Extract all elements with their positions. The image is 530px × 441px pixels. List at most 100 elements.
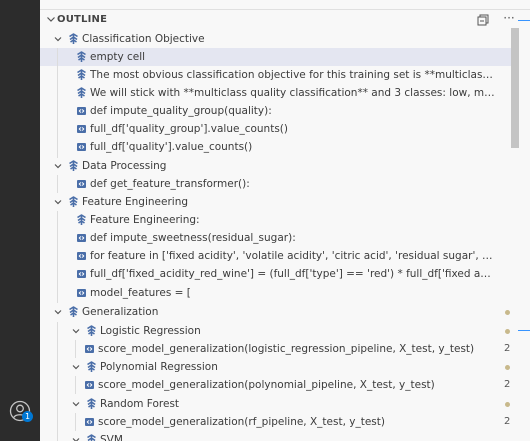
indent-guide	[57, 175, 58, 193]
chevron-down-icon[interactable]	[70, 434, 82, 441]
code-cell-icon	[76, 141, 87, 153]
outline-section[interactable]: Generalization	[40, 303, 512, 321]
status-dot	[505, 365, 510, 370]
code-cell-icon	[76, 105, 87, 117]
code-cell-icon	[76, 232, 87, 244]
code-cell-icon	[76, 250, 87, 262]
focus-indicator	[518, 330, 530, 331]
code-cell-icon	[84, 379, 95, 391]
chevron-down-icon[interactable]	[52, 160, 64, 172]
outline-panel: OUTLINE ··· Classification Objective empt…	[40, 0, 530, 441]
collapse-all-icon[interactable]	[476, 13, 490, 27]
chevron-down-icon[interactable]	[70, 398, 82, 410]
outline-item-label: The most obvious classification objectiv…	[90, 69, 495, 81]
outline-item-label: full_df['fixed_acidity_red_wine'] = (ful…	[90, 268, 495, 280]
outline-item-label: We will stick with **multiclass quality …	[90, 87, 495, 99]
chevron-down-icon[interactable]	[52, 306, 64, 318]
outline-code-cell[interactable]: score_model_generalization(logistic_regr…	[40, 340, 512, 358]
chevron-down-icon[interactable]	[44, 12, 58, 26]
scrollbar[interactable]	[511, 28, 519, 148]
outline-item-label: def get_feature_transformer():	[90, 178, 250, 190]
outline-item-label: for feature in ['fixed acidity', 'volati…	[90, 250, 495, 262]
indent-guide	[57, 322, 58, 441]
code-cell-icon	[76, 287, 87, 299]
outline-heading[interactable]: Random Forest	[40, 395, 512, 413]
heading-icon	[76, 214, 87, 226]
outline-heading[interactable]: Feature Engineering:	[40, 211, 512, 229]
heading-icon	[86, 325, 97, 337]
focus-indicator	[518, 20, 530, 21]
outline-item-label: Classification Objective	[82, 33, 205, 45]
outline-item-label: score_model_generalization(polynomial_pi…	[98, 379, 435, 391]
code-cell-icon	[76, 123, 87, 135]
status-dot	[505, 310, 510, 315]
chevron-down-icon[interactable]	[52, 33, 64, 45]
problem-count-badge: 2	[504, 343, 511, 354]
indent-guide	[75, 376, 76, 394]
code-cell-icon	[84, 416, 95, 428]
indent-guide	[57, 48, 58, 158]
more-actions-icon[interactable]: ···	[500, 11, 518, 27]
heading-icon	[68, 196, 79, 208]
outline-header[interactable]: OUTLINE ···	[40, 10, 530, 30]
heading-icon	[76, 51, 87, 63]
outline-code-cell[interactable]: def get_feature_transformer():	[40, 175, 512, 193]
outline-heading[interactable]: SVM	[40, 431, 512, 441]
heading-icon	[86, 361, 97, 373]
heading-icon	[76, 87, 87, 99]
outline-code-cell[interactable]: def impute_quality_group(quality):	[40, 102, 512, 120]
indent-guide	[75, 413, 76, 431]
outline-item-label: full_df['quality'].value_counts()	[90, 141, 253, 153]
heading-icon	[68, 33, 79, 45]
problem-count-badge: 2	[504, 379, 511, 390]
activity-bar: 1	[0, 0, 40, 441]
outline-code-cell[interactable]: score_model_generalization(rf_pipeline, …	[40, 413, 512, 431]
outline-item-label: score_model_generalization(rf_pipeline, …	[98, 416, 385, 428]
notification-badge: 1	[22, 411, 33, 422]
outline-item-label: model_features = [	[90, 287, 191, 299]
chevron-down-icon[interactable]	[70, 325, 82, 337]
outline-section[interactable]: Feature Engineering	[40, 193, 512, 211]
heading-icon	[86, 434, 97, 441]
heading-icon	[68, 160, 79, 172]
outline-code-cell[interactable]: score_model_generalization(polynomial_pi…	[40, 376, 512, 394]
outline-section[interactable]: Classification Objective	[40, 30, 512, 48]
outline-heading[interactable]: Polynomial Regression	[40, 358, 512, 376]
outline-heading[interactable]: Logistic Regression	[40, 322, 512, 340]
outline-code-cell[interactable]: full_df['fixed_acidity_red_wine'] = (ful…	[40, 265, 512, 283]
outline-heading[interactable]: empty cell	[40, 48, 512, 66]
outline-item-label: Logistic Regression	[100, 325, 201, 337]
outline-item-label: empty cell	[90, 51, 146, 63]
outline-item-label: Polynomial Regression	[100, 361, 218, 373]
chevron-down-icon[interactable]	[52, 196, 64, 208]
code-cell-icon	[76, 268, 87, 280]
outline-item-label: Data Processing	[82, 160, 167, 172]
status-dot	[505, 402, 510, 407]
outline-item-label: Generalization	[82, 306, 159, 318]
outline-item-label: full_df['quality_group'].value_counts()	[90, 123, 288, 135]
outline-item-label: score_model_generalization(logistic_regr…	[98, 343, 475, 355]
code-cell-icon	[76, 178, 87, 190]
outline-item-label: Random Forest	[100, 398, 180, 410]
chevron-down-icon[interactable]	[70, 361, 82, 373]
outline-code-cell[interactable]: full_df['quality'].value_counts()	[40, 138, 512, 156]
outline-heading[interactable]: We will stick with **multiclass quality …	[40, 84, 512, 102]
indent-guide	[75, 340, 76, 358]
heading-icon	[76, 69, 87, 81]
outline-section[interactable]: Data Processing	[40, 157, 512, 175]
heading-icon	[86, 398, 97, 410]
outline-heading[interactable]: The most obvious classification objectiv…	[40, 66, 512, 84]
status-dot	[505, 329, 510, 334]
outline-title: OUTLINE	[57, 14, 108, 25]
outline-item-label: def impute_sweetness(residual_sugar):	[90, 232, 296, 244]
outline-code-cell[interactable]: full_df['quality_group'].value_counts()	[40, 120, 512, 138]
heading-icon	[68, 306, 79, 318]
problem-count-badge: 2	[504, 416, 511, 427]
outline-code-cell[interactable]: for feature in ['fixed acidity', 'volati…	[40, 247, 512, 265]
outline-code-cell[interactable]: model_features = [	[40, 284, 512, 302]
outline-code-cell[interactable]: def impute_sweetness(residual_sugar):	[40, 229, 512, 247]
outline-item-label: Feature Engineering:	[90, 214, 200, 226]
indent-guide	[57, 211, 58, 303]
outline-item-label: Feature Engineering	[82, 196, 189, 208]
code-cell-icon	[84, 343, 95, 355]
